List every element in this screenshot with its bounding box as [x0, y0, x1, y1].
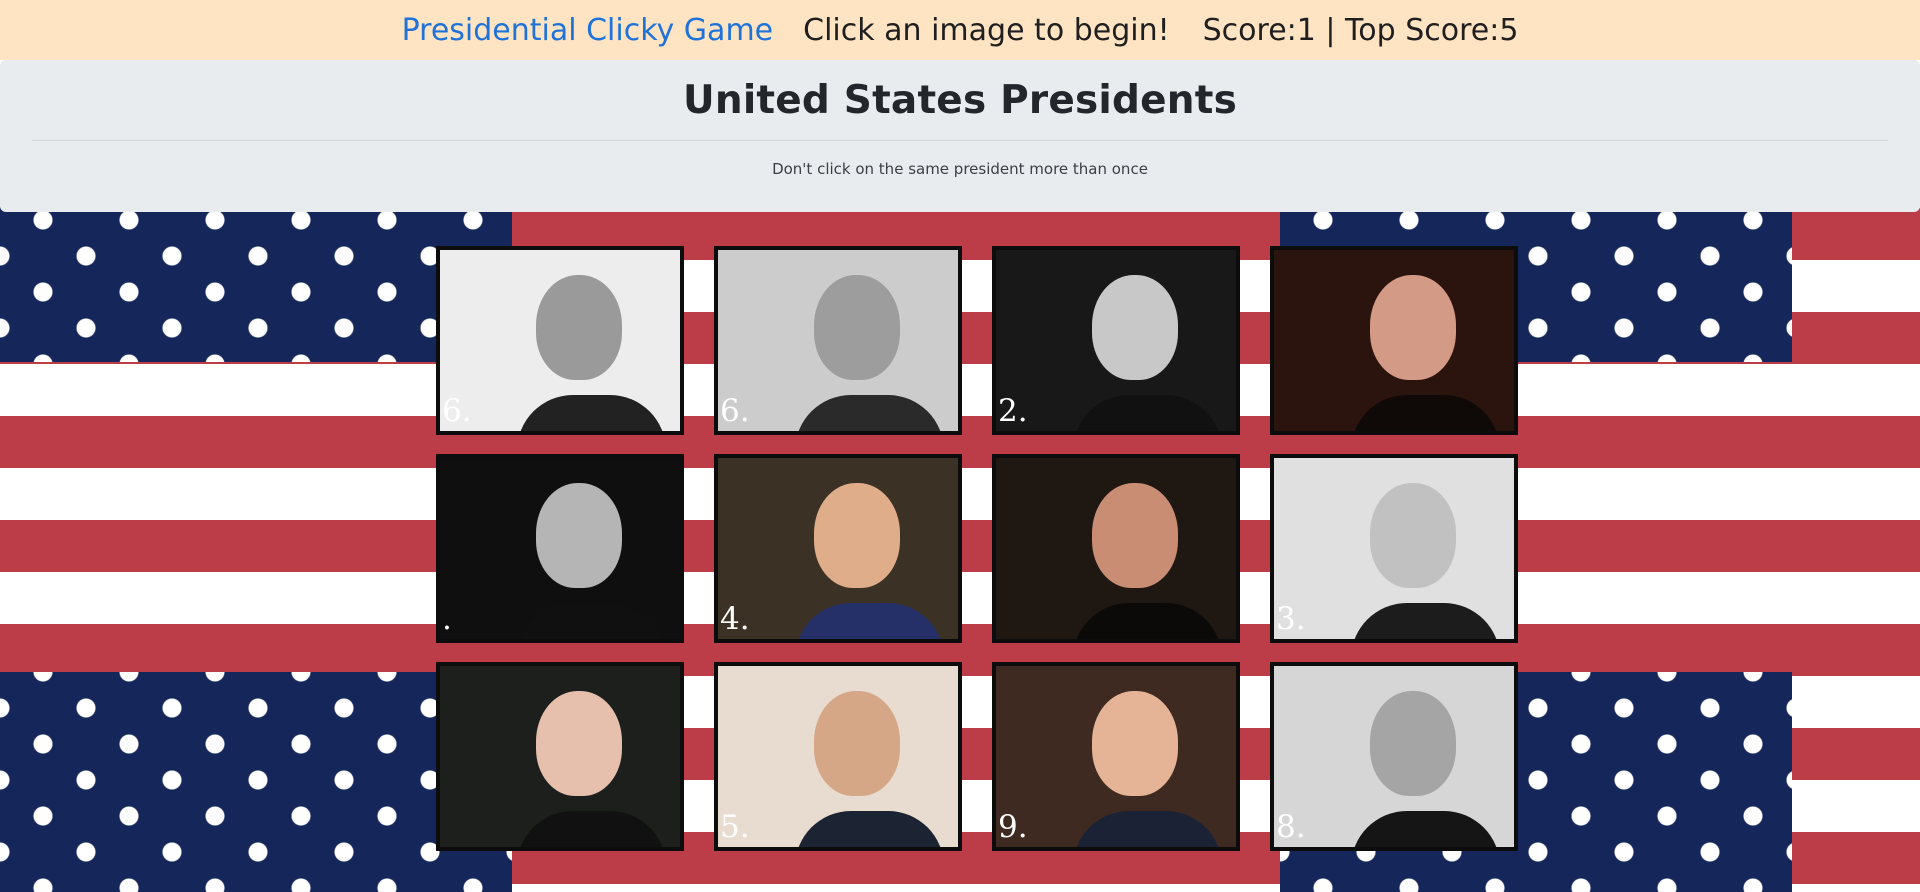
game-status-message: Click an image to begin!: [803, 12, 1170, 48]
brand-link[interactable]: Presidential Clicky Game: [402, 13, 774, 48]
portrait-face: [1370, 483, 1457, 589]
instructions-text: Don't click on the same president more t…: [772, 160, 1148, 178]
jefferson-portrait: [996, 458, 1236, 639]
portrait-number-label: .: [442, 601, 452, 637]
navbar: Presidential Clicky Game Click an image …: [0, 0, 1920, 60]
portrait-face: [536, 275, 623, 381]
lincoln-portrait: [440, 250, 680, 431]
page-title: United States Presidents: [683, 78, 1237, 123]
portrait-face: [1092, 275, 1179, 381]
portrait-suit: [516, 395, 666, 431]
eisenhower-portrait: [718, 458, 958, 639]
president-card[interactable]: 2.: [992, 246, 1240, 435]
portrait-suit: [516, 603, 666, 639]
fdr-portrait: [996, 250, 1236, 431]
portrait-face: [1092, 483, 1179, 589]
president-card[interactable]: 8.: [1270, 662, 1518, 851]
portrait-number-label: 5.: [720, 809, 750, 845]
portrait-face: [536, 691, 623, 797]
president-card[interactable]: [1270, 246, 1518, 435]
portrait-number-label: 8.: [1276, 809, 1306, 845]
hoover-portrait: [440, 458, 680, 639]
grant-portrait: [1274, 666, 1514, 847]
portrait-face: [1370, 691, 1457, 797]
roosevelt-t-portrait: [718, 250, 958, 431]
portrait-suit: [516, 811, 666, 847]
president-card[interactable]: [992, 454, 1240, 643]
portrait-number-label: 2.: [998, 393, 1028, 429]
president-card[interactable]: 6.: [436, 246, 684, 435]
portrait-face: [536, 483, 623, 589]
portrait-number-label: 6.: [720, 393, 750, 429]
portrait-number-label: 4.: [720, 601, 750, 637]
carter-portrait: [996, 666, 1236, 847]
president-card[interactable]: 6.: [714, 246, 962, 435]
portrait-suit: [1350, 603, 1500, 639]
jumbotron-header: United States Presidents Don't click on …: [0, 60, 1920, 212]
president-card-grid: 6. 6. 2.. 4. 3. 5. 9. 8.: [436, 246, 1518, 851]
president-card[interactable]: .: [436, 454, 684, 643]
washington-portrait: [440, 666, 680, 847]
portrait-suit: [1072, 395, 1222, 431]
portrait-suit: [1350, 395, 1500, 431]
jackson-portrait: [1274, 250, 1514, 431]
portrait-face: [1092, 691, 1179, 797]
portrait-number-label: 3.: [1276, 601, 1306, 637]
portrait-suit: [1072, 811, 1222, 847]
portrait-number-label: 9.: [998, 809, 1028, 845]
president-card[interactable]: [436, 662, 684, 851]
president-card[interactable]: 9.: [992, 662, 1240, 851]
president-card[interactable]: 5.: [714, 662, 962, 851]
portrait-face: [814, 691, 901, 797]
portrait-suit: [794, 603, 944, 639]
portrait-suit: [1072, 603, 1222, 639]
divider: [32, 140, 1888, 141]
portrait-suit: [794, 811, 944, 847]
truman-portrait: [1274, 458, 1514, 639]
portrait-face: [814, 483, 901, 589]
portrait-face: [814, 275, 901, 381]
president-card[interactable]: 4.: [714, 454, 962, 643]
portrait-number-label: 6.: [442, 393, 472, 429]
portrait-face: [1370, 275, 1457, 381]
score-display: Score:1 | Top Score:5: [1202, 12, 1519, 48]
kennedy-portrait: [718, 666, 958, 847]
portrait-suit: [1350, 811, 1500, 847]
portrait-suit: [794, 395, 944, 431]
president-card[interactable]: 3.: [1270, 454, 1518, 643]
